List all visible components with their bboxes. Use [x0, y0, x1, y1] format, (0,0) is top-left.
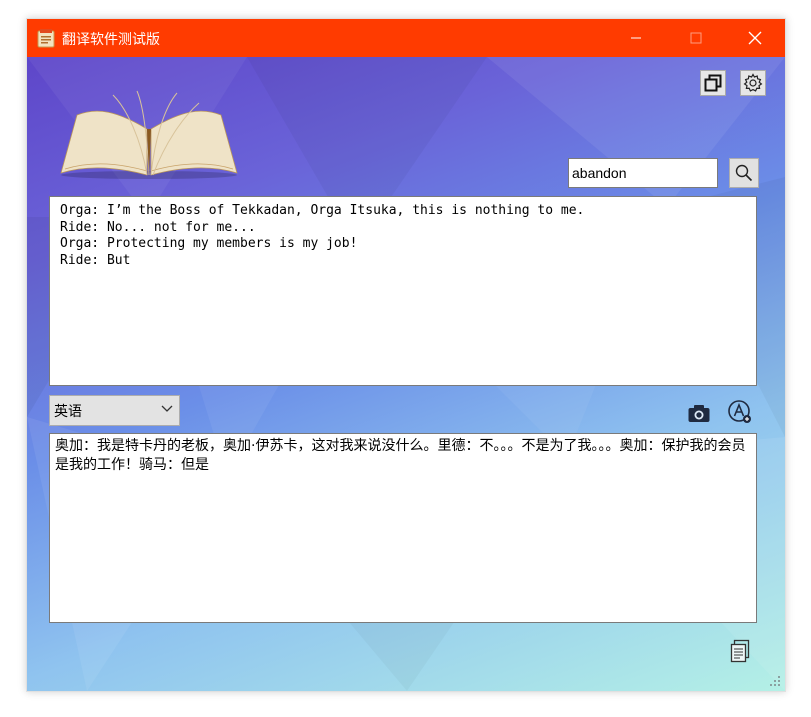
search-button[interactable] [729, 158, 759, 188]
source-line: Ride: No... not for me... [60, 219, 256, 235]
book-logo [60, 90, 238, 179]
restore-icon [704, 74, 722, 92]
minimize-icon [631, 37, 641, 39]
app-icon [37, 29, 55, 48]
translation-text: 奥加：我是特卡丹的老板，奥加·伊苏卡，这对我来说没什么。里德：不。。。不是为了我… [55, 438, 746, 473]
copy-icon[interactable] [729, 639, 751, 663]
camera-icon[interactable] [687, 402, 711, 424]
main-panel: Orga: I’m the Boss of Tekkadan, Orga Its… [27, 57, 785, 691]
language-select[interactable]: 英语 [49, 395, 180, 426]
resize-grip-icon[interactable] [769, 675, 781, 687]
gear-icon [743, 73, 763, 92]
search-icon [735, 164, 753, 182]
settings-button[interactable] [740, 70, 766, 96]
translation-output-area[interactable]: 奥加：我是特卡丹的老板，奥加·伊苏卡，这对我来说没什么。里德：不。。。不是为了我… [49, 433, 757, 623]
chevron-down-icon [161, 405, 173, 412]
app-window: 翻译软件测试版 abandon Orga: I’m the Boss of Te… [26, 18, 786, 692]
source-line: Orga: I’m the Boss of Tekkadan, Orga Its… [60, 203, 585, 218]
source-line: Ride: But [60, 252, 131, 268]
language-select-value: 英语 [54, 404, 82, 420]
minimize-button[interactable] [613, 19, 659, 57]
maximize-icon [690, 32, 702, 44]
title-bar[interactable]: 翻译软件测试版 [27, 19, 785, 57]
maximize-button[interactable] [673, 19, 719, 57]
close-button[interactable] [732, 19, 778, 57]
ocr-icon[interactable] [727, 399, 753, 425]
close-icon [748, 31, 762, 45]
window-title: 翻译软件测试版 [62, 32, 160, 48]
source-text-area[interactable]: Orga: I’m the Boss of Tekkadan, Orga Its… [49, 196, 757, 386]
search-input[interactable] [568, 158, 718, 188]
restore-button[interactable] [700, 70, 726, 96]
source-line: Orga: Protecting my members is my job! [60, 236, 358, 251]
